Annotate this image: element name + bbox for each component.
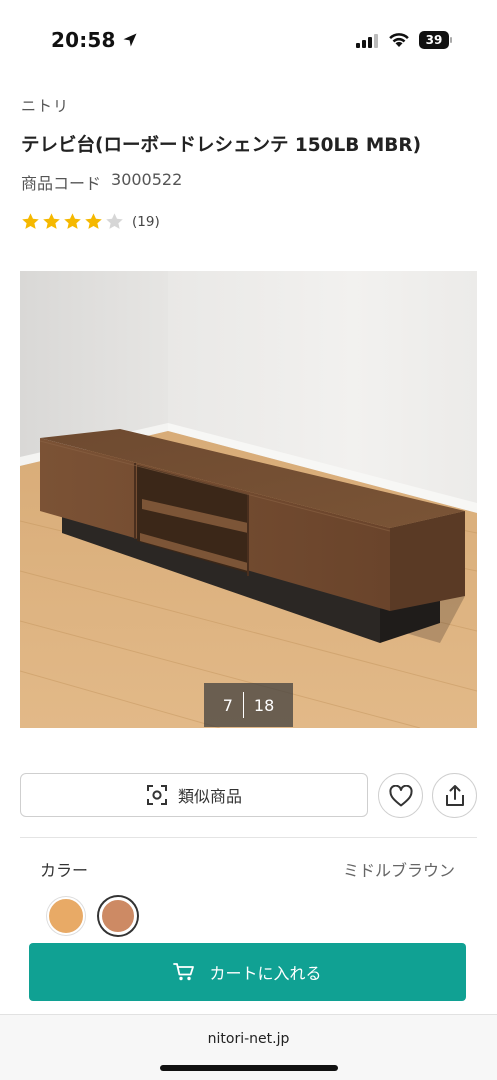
product-image[interactable] (20, 271, 477, 728)
home-indicator[interactable] (160, 1065, 338, 1071)
cellular-signal-icon (356, 34, 378, 48)
battery-indicator: 39 (419, 31, 453, 49)
pager-separator (242, 692, 244, 718)
pager-total: 18 (253, 695, 275, 715)
clock-text: 20:58 (51, 28, 116, 52)
star-filled-icon (85, 213, 102, 229)
brand-name[interactable]: ニトリ (21, 95, 69, 116)
heart-icon (388, 784, 413, 806)
selected-color-name: ミドルブラウン (342, 861, 455, 880)
share-button[interactable] (432, 773, 477, 818)
star-filled-icon (22, 213, 39, 229)
cart-icon (173, 963, 195, 981)
favorite-button[interactable] (378, 773, 423, 818)
add-to-cart-label: カートに入れる (209, 964, 322, 983)
product-title: テレビ台(ローボードレシェンテ 150LB MBR) (21, 135, 422, 156)
star-filled-icon (64, 213, 81, 229)
similar-products-button[interactable]: 類似商品 (20, 773, 368, 817)
star-filled-icon (43, 213, 60, 229)
product-code-row: 商品コード 3000522 (21, 170, 182, 194)
battery-cap (450, 37, 452, 43)
star-empty-icon (106, 213, 123, 229)
color-swatch-middle-brown[interactable] (99, 897, 137, 935)
location-arrow-icon (123, 33, 137, 47)
product-code-label: 商品コード (21, 174, 102, 193)
section-divider (20, 837, 477, 838)
share-icon (445, 784, 464, 806)
visual-search-icon (146, 785, 167, 805)
status-time: 20:58 (51, 28, 138, 52)
similar-products-label: 類似商品 (177, 787, 242, 806)
review-count[interactable]: (19) (132, 214, 160, 230)
status-bar: 20:58 39 (0, 0, 497, 80)
wifi-icon (389, 33, 409, 47)
color-label: カラー (40, 861, 89, 880)
battery-level: 39 (419, 31, 449, 49)
color-swatch-light-brown[interactable] (47, 897, 85, 935)
tv-board-photo (20, 271, 477, 728)
image-pager: 7 18 (204, 683, 293, 727)
rating-row[interactable]: (19) (21, 212, 160, 231)
url-text[interactable]: nitori-net.jp (0, 1031, 497, 1047)
add-to-cart-button[interactable]: カートに入れる (29, 943, 466, 1001)
product-code-value: 3000522 (111, 170, 183, 189)
pager-current: 7 (222, 695, 233, 715)
